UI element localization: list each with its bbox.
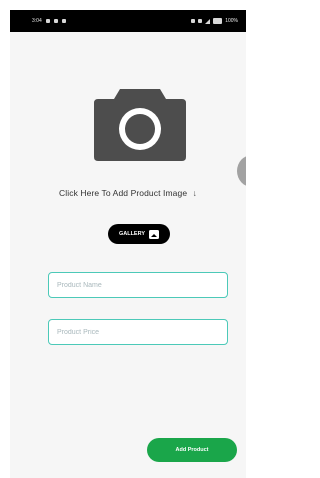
add-product-button[interactable]: Add Product [147, 438, 237, 462]
camera-graphic [94, 89, 186, 161]
side-scroll-handle[interactable] [237, 155, 246, 187]
status-time: 3:04 [32, 18, 42, 24]
battery-icon [213, 18, 223, 24]
status-right: 100% [191, 18, 238, 24]
signal-icon [205, 18, 211, 24]
add-product-label: Add Product [175, 447, 209, 453]
message-icon [53, 19, 58, 23]
app-notification-icon [61, 19, 66, 23]
arrow-down-icon: ↓ [192, 188, 197, 198]
product-name-input[interactable] [49, 273, 227, 297]
phone-screen: 3:04 100% Click Here To Add Product Imag… [10, 10, 246, 478]
gallery-button[interactable]: GALLERY [108, 224, 170, 244]
camera-icon[interactable] [90, 83, 190, 163]
status-left: 3:04 [32, 18, 66, 24]
right-margin [245, 0, 255, 478]
add-image-label: Click Here To Add Product Image [59, 188, 188, 198]
product-price-input[interactable] [49, 320, 227, 344]
wifi-icon [198, 19, 203, 23]
status-bar: 3:04 100% [10, 10, 246, 32]
image-icon [149, 229, 160, 239]
notification-icon [45, 19, 50, 23]
screenshot-frame: 3:04 100% Click Here To Add Product Imag… [0, 0, 255, 478]
alarm-icon [191, 19, 196, 23]
product-price-field[interactable] [48, 319, 228, 345]
left-margin [0, 0, 10, 478]
add-product-image-prompt[interactable]: Click Here To Add Product Image ↓ [10, 188, 246, 198]
battery-percentage: 100% [225, 18, 238, 24]
gallery-label: GALLERY [118, 231, 146, 237]
product-name-field[interactable] [48, 272, 228, 298]
